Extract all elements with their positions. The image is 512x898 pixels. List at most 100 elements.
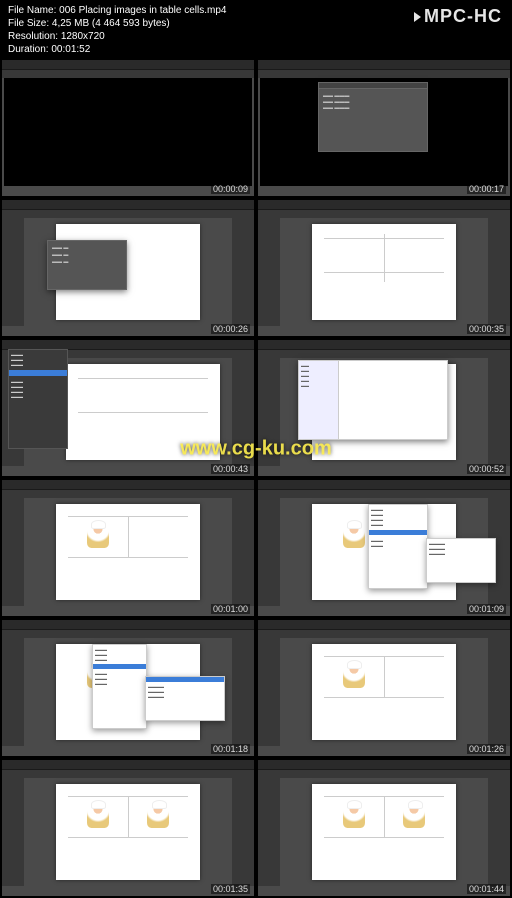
filesize-value: 4,25 MB (4 464 593 bytes) — [52, 18, 170, 29]
filename-label: File Name: — [8, 5, 56, 16]
timestamp: 00:00:52 — [467, 464, 506, 474]
left-panel — [2, 638, 24, 746]
canvas-area — [26, 778, 230, 886]
thumbnail[interactable]: ▬▬▬▬▬▬▬▬▬▬ 00:00:52 — [258, 340, 510, 476]
timestamp: 00:01:18 — [211, 744, 250, 754]
app-toolbar — [2, 490, 254, 498]
file-browser-dialog: ▬▬▬▬▬▬▬▬▬▬ — [298, 360, 448, 440]
app-menubar — [2, 620, 254, 630]
table-options-dialog: ▬▬ ▬▬▬ ▬▬▬ ▬ — [47, 240, 127, 290]
app-menubar — [258, 60, 510, 70]
app-menubar — [2, 60, 254, 70]
chef-image — [326, 797, 381, 833]
timestamp: 00:01:09 — [467, 604, 506, 614]
timestamp: 00:00:26 — [211, 324, 250, 334]
right-panel — [232, 638, 254, 746]
app-menubar — [258, 340, 510, 350]
app-menubar — [2, 760, 254, 770]
app-menubar — [258, 620, 510, 630]
left-panel — [258, 498, 280, 606]
thumbnail[interactable]: ▬▬ ▬▬▬ ▬▬▬ ▬ 00:00:26 — [2, 200, 254, 336]
thumbnail-grid: 00:00:09 ▬▬ ▬▬▬▬▬ ▬▬▬▬▬ ▬▬▬ 00:00:17 ▬▬ … — [0, 58, 512, 898]
thumbnail[interactable]: ▬▬▬▬▬▬▬▬▬▬▬▬ ▬▬▬▬▬▬ ▬▬▬▬▬▬▬▬▬▬▬▬ 00:01:0… — [258, 480, 510, 616]
thumbnail[interactable]: ▬▬▬▬▬▬▬▬▬ ▬▬▬▬▬▬▬▬▬ ▬▬▬▬▬▬▬▬▬▬▬▬ 00:01:1… — [2, 620, 254, 756]
timestamp: 00:01:00 — [211, 604, 250, 614]
context-submenu: ▬▬▬▬▬▬▬▬▬▬▬▬ — [145, 676, 225, 721]
app-toolbar — [2, 70, 254, 78]
canvas-area — [4, 78, 252, 186]
filename-value: 006 Placing images in table cells.mp4 — [59, 5, 226, 16]
chef-image — [70, 797, 125, 833]
thumbnail[interactable]: 00:01:00 — [2, 480, 254, 616]
play-icon — [414, 12, 421, 22]
app-menubar — [2, 200, 254, 210]
app-menubar — [258, 200, 510, 210]
right-panel — [488, 358, 510, 466]
left-panel — [258, 638, 280, 746]
player-logo: MPC-HC — [411, 6, 502, 27]
new-document-dialog: ▬▬ ▬▬▬▬▬ ▬▬▬▬▬ ▬▬▬ — [318, 82, 428, 152]
menu-item-fitting — [369, 530, 427, 535]
canvas-area — [282, 778, 486, 886]
thumbnail[interactable]: 00:00:35 — [258, 200, 510, 336]
timestamp: 00:01:26 — [467, 744, 506, 754]
left-panel — [2, 218, 24, 326]
resolution-value: 1280x720 — [61, 31, 105, 42]
timestamp: 00:01:35 — [211, 884, 250, 894]
right-panel — [232, 218, 254, 326]
duration-label: Duration: — [8, 44, 49, 55]
canvas-area — [26, 498, 230, 606]
thumbnail[interactable]: 00:01:44 — [258, 760, 510, 896]
document-page — [312, 784, 456, 880]
canvas-area — [282, 218, 486, 326]
app-toolbar — [2, 630, 254, 638]
timestamp: 00:00:43 — [211, 464, 250, 474]
thumbnail[interactable]: ▬▬▬▬▬▬▬▬▬ ▬▬▬▬▬▬▬▬▬▬▬▬ 00:00:43 — [2, 340, 254, 476]
app-menubar — [258, 760, 510, 770]
right-panel — [232, 778, 254, 886]
document-page — [56, 504, 200, 600]
file-menu: ▬▬▬▬▬▬▬▬▬ ▬▬▬▬▬▬▬▬▬▬▬▬ — [8, 349, 68, 449]
canvas-area — [282, 638, 486, 746]
document-page — [66, 364, 220, 460]
right-panel — [232, 358, 254, 466]
resolution-label: Resolution: — [8, 31, 58, 42]
document-page — [312, 224, 456, 320]
app-toolbar — [2, 210, 254, 218]
app-toolbar — [258, 490, 510, 498]
right-panel — [488, 778, 510, 886]
chef-image — [387, 797, 442, 833]
right-panel — [232, 498, 254, 606]
app-toolbar — [258, 630, 510, 638]
context-menu: ▬▬▬▬▬▬▬▬▬ ▬▬▬▬▬▬▬▬▬ — [92, 644, 147, 729]
context-menu: ▬▬▬▬▬▬▬▬▬▬▬▬ ▬▬▬▬▬▬ — [368, 504, 428, 589]
app-toolbar — [258, 770, 510, 778]
left-panel — [258, 778, 280, 886]
left-panel — [2, 778, 24, 886]
app-toolbar — [258, 70, 510, 78]
chef-image — [326, 657, 381, 693]
menu-item-place — [9, 370, 67, 376]
left-panel — [258, 218, 280, 326]
context-submenu: ▬▬▬▬▬▬▬▬▬▬▬▬ — [426, 538, 496, 583]
timestamp: 00:01:44 — [467, 884, 506, 894]
thumbnail[interactable]: ▬▬ ▬▬▬▬▬ ▬▬▬▬▬ ▬▬▬ 00:00:17 — [258, 60, 510, 196]
thumbnail[interactable]: 00:01:26 — [258, 620, 510, 756]
app-menubar — [2, 480, 254, 490]
app-toolbar — [2, 770, 254, 778]
right-panel — [488, 638, 510, 746]
thumbnail[interactable]: 00:01:35 — [2, 760, 254, 896]
duration-value: 00:01:52 — [51, 44, 90, 55]
app-toolbar — [258, 210, 510, 218]
app-toolbar — [258, 350, 510, 358]
thumbnail[interactable]: 00:00:09 — [2, 60, 254, 196]
document-page — [56, 784, 200, 880]
player-name: MPC-HC — [424, 6, 502, 26]
chef-image — [70, 517, 125, 553]
app-menubar — [258, 480, 510, 490]
document-page — [312, 644, 456, 740]
timestamp: 00:00:17 — [467, 184, 506, 194]
timestamp: 00:00:35 — [467, 324, 506, 334]
chef-image — [131, 797, 186, 833]
timestamp: 00:00:09 — [211, 184, 250, 194]
